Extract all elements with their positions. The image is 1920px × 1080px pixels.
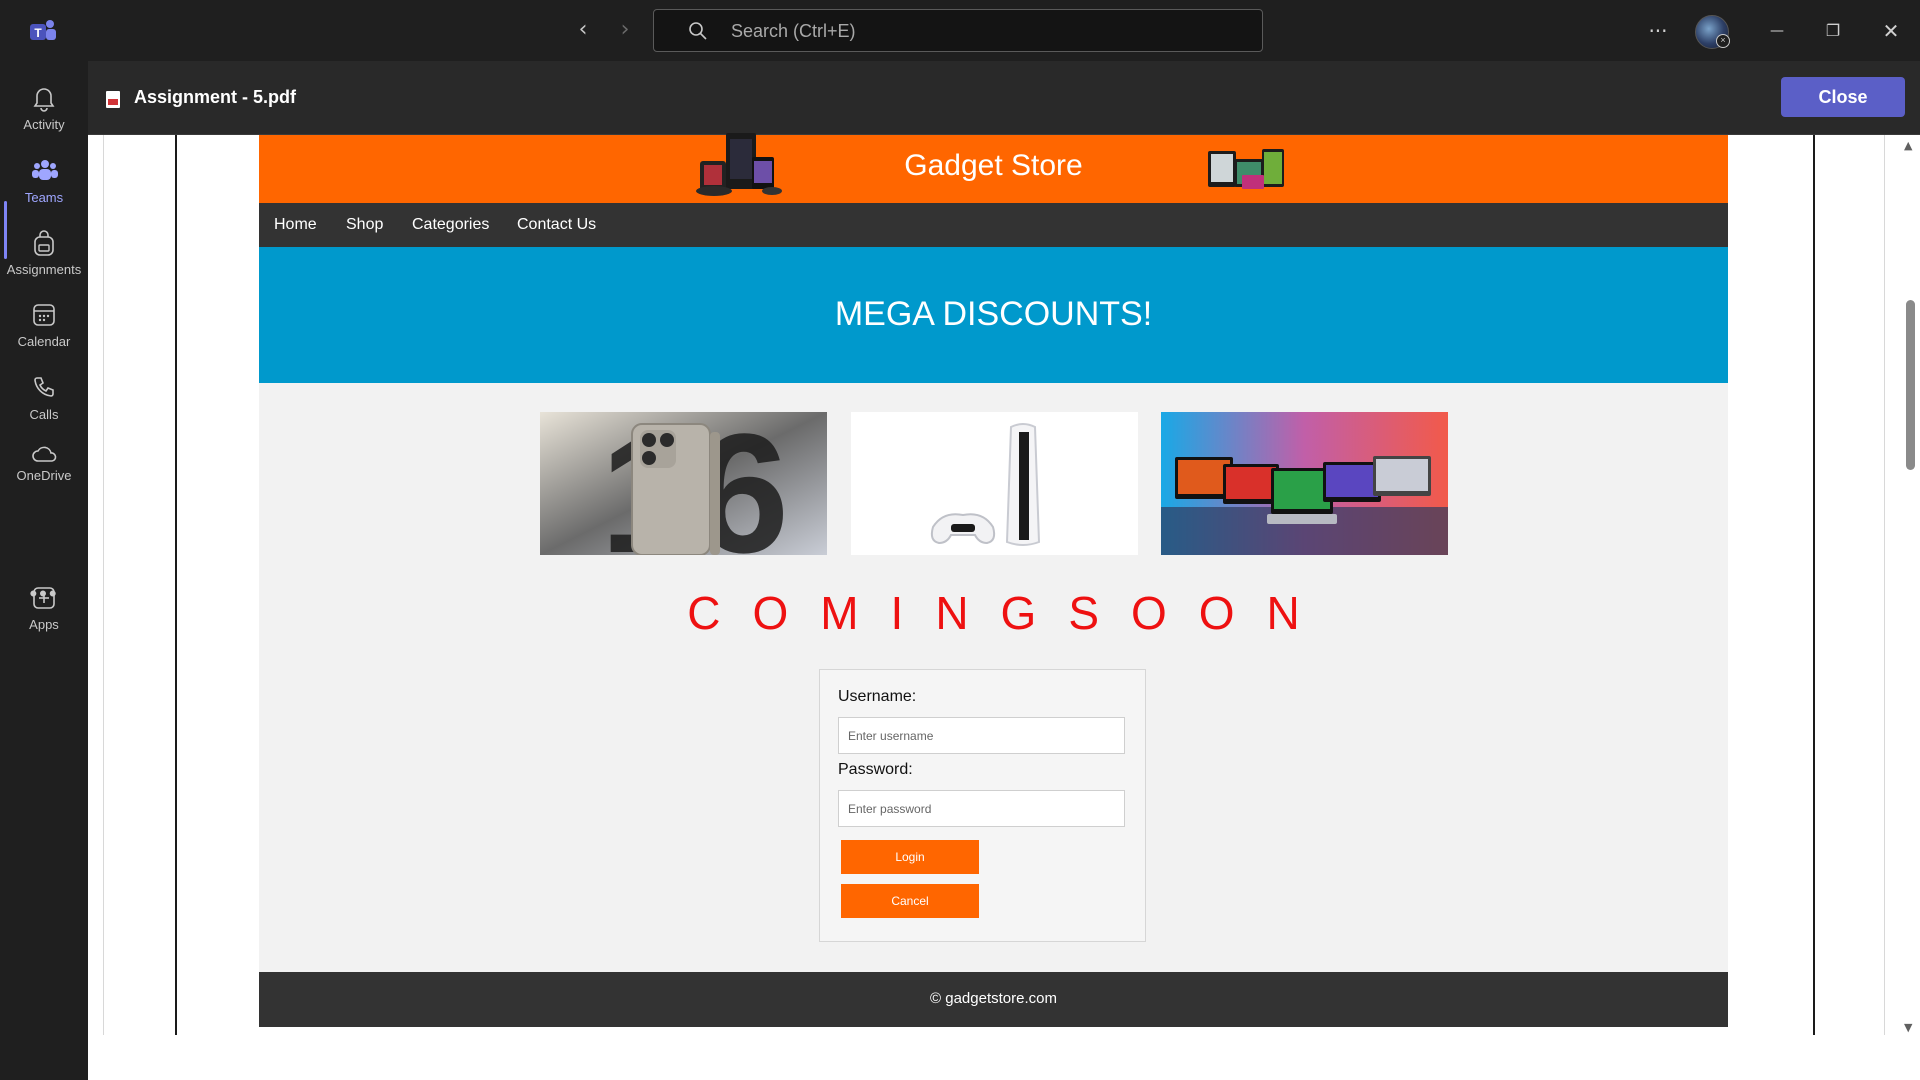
more-options-icon[interactable]: ···: [1643, 16, 1673, 46]
rail-item-calendar[interactable]: Calendar: [0, 290, 88, 362]
username-input[interactable]: [838, 717, 1125, 754]
back-arrow-icon[interactable]: ‹: [571, 18, 595, 42]
password-input[interactable]: [838, 790, 1125, 827]
rail-label: Assignments: [6, 262, 82, 277]
svg-text:T: T: [34, 26, 42, 40]
page-border: [1813, 135, 1815, 1035]
bell-icon: [33, 88, 55, 112]
page-edge: [103, 135, 104, 1035]
forward-arrow-icon[interactable]: ›: [613, 18, 637, 42]
teams-logo-icon[interactable]: T: [28, 18, 58, 44]
backpack-icon: [34, 230, 54, 256]
add-app-icon: [33, 587, 55, 609]
pdf-viewer[interactable]: ▲ ▼ Gadget Store Home Shop Categories Co…: [88, 133, 1920, 1080]
restore-icon[interactable]: ❐: [1818, 16, 1848, 46]
rail-item-activity[interactable]: Activity: [0, 73, 88, 145]
app-rail: Activity Teams Assignments Calendar Call…: [0, 61, 88, 1080]
close-button[interactable]: Close: [1781, 77, 1905, 117]
hero-text: MEGA DISCOUNTS!: [834, 295, 1153, 333]
calendar-icon: [33, 304, 55, 326]
search-placeholder: Search (Ctrl+E): [731, 21, 856, 41]
page-border: [175, 135, 177, 1035]
rail-item-onedrive[interactable]: OneDrive: [0, 432, 88, 504]
nav-home[interactable]: Home: [274, 216, 317, 234]
rail-label: Calendar: [17, 334, 71, 349]
rail-label: Activity: [23, 117, 65, 132]
footer-text: © gadgetstore.com: [930, 990, 1057, 1007]
page-edge: [1884, 135, 1885, 1035]
game-console-image: [851, 412, 1138, 555]
site-title: Gadget Store: [904, 149, 1083, 182]
website-page: Gadget Store Home Shop Categories Contac…: [259, 133, 1728, 1027]
phone-16-image: 16: [540, 412, 827, 555]
nav-contact-us[interactable]: Contact Us: [517, 216, 596, 234]
rail-label: Teams: [24, 190, 64, 205]
rail-item-calls[interactable]: Calls: [0, 363, 88, 435]
pdf-file-icon: [106, 91, 120, 108]
search-icon: [689, 22, 707, 40]
title-bar: T ‹ › Search (Ctrl+E) ··· × — ❐ ✕: [0, 0, 1920, 61]
scrollbar-thumb[interactable]: [1906, 300, 1915, 470]
cloud-icon: [32, 446, 57, 462]
login-button[interactable]: Login: [841, 840, 979, 874]
site-header: Gadget Store: [259, 133, 1728, 203]
devices-image: [1208, 149, 1284, 189]
scroll-down-icon[interactable]: ▼: [1904, 1021, 1912, 1034]
login-form: Username: Password: Login Cancel: [819, 669, 1146, 942]
rail-item-apps[interactable]: Apps: [0, 573, 88, 645]
cancel-button[interactable]: Cancel: [841, 884, 979, 918]
laptops-image: [1161, 412, 1448, 555]
rail-item-assignments[interactable]: Assignments: [0, 218, 88, 290]
scroll-up-icon[interactable]: ▲: [1904, 139, 1912, 152]
rail-item-teams[interactable]: Teams: [0, 146, 88, 218]
hero-banner: MEGA DISCOUNTS!: [259, 247, 1728, 383]
username-label: Username:: [838, 688, 917, 705]
window-close-icon[interactable]: ✕: [1876, 16, 1906, 46]
nav-categories[interactable]: Categories: [412, 216, 489, 234]
password-label: Password:: [838, 761, 913, 778]
rail-label: Calls: [29, 407, 59, 422]
nav-shop[interactable]: Shop: [346, 216, 383, 234]
rail-label: OneDrive: [16, 468, 72, 483]
search-input[interactable]: Search (Ctrl+E): [653, 9, 1263, 52]
teams-icon: [32, 160, 58, 180]
file-header: Assignment - 5.pdf Close: [88, 61, 1920, 135]
minimize-icon[interactable]: —: [1762, 16, 1792, 46]
rail-label: Apps: [29, 617, 59, 632]
status-badge-icon: ×: [1716, 34, 1730, 48]
file-title: Assignment - 5.pdf: [134, 87, 297, 107]
site-nav: Home Shop Categories Contact Us: [259, 203, 1728, 247]
coming-soon-text: COMINGSOON: [687, 587, 1332, 639]
site-footer: © gadgetstore.com: [259, 972, 1728, 1027]
phone-icon: [34, 377, 54, 397]
